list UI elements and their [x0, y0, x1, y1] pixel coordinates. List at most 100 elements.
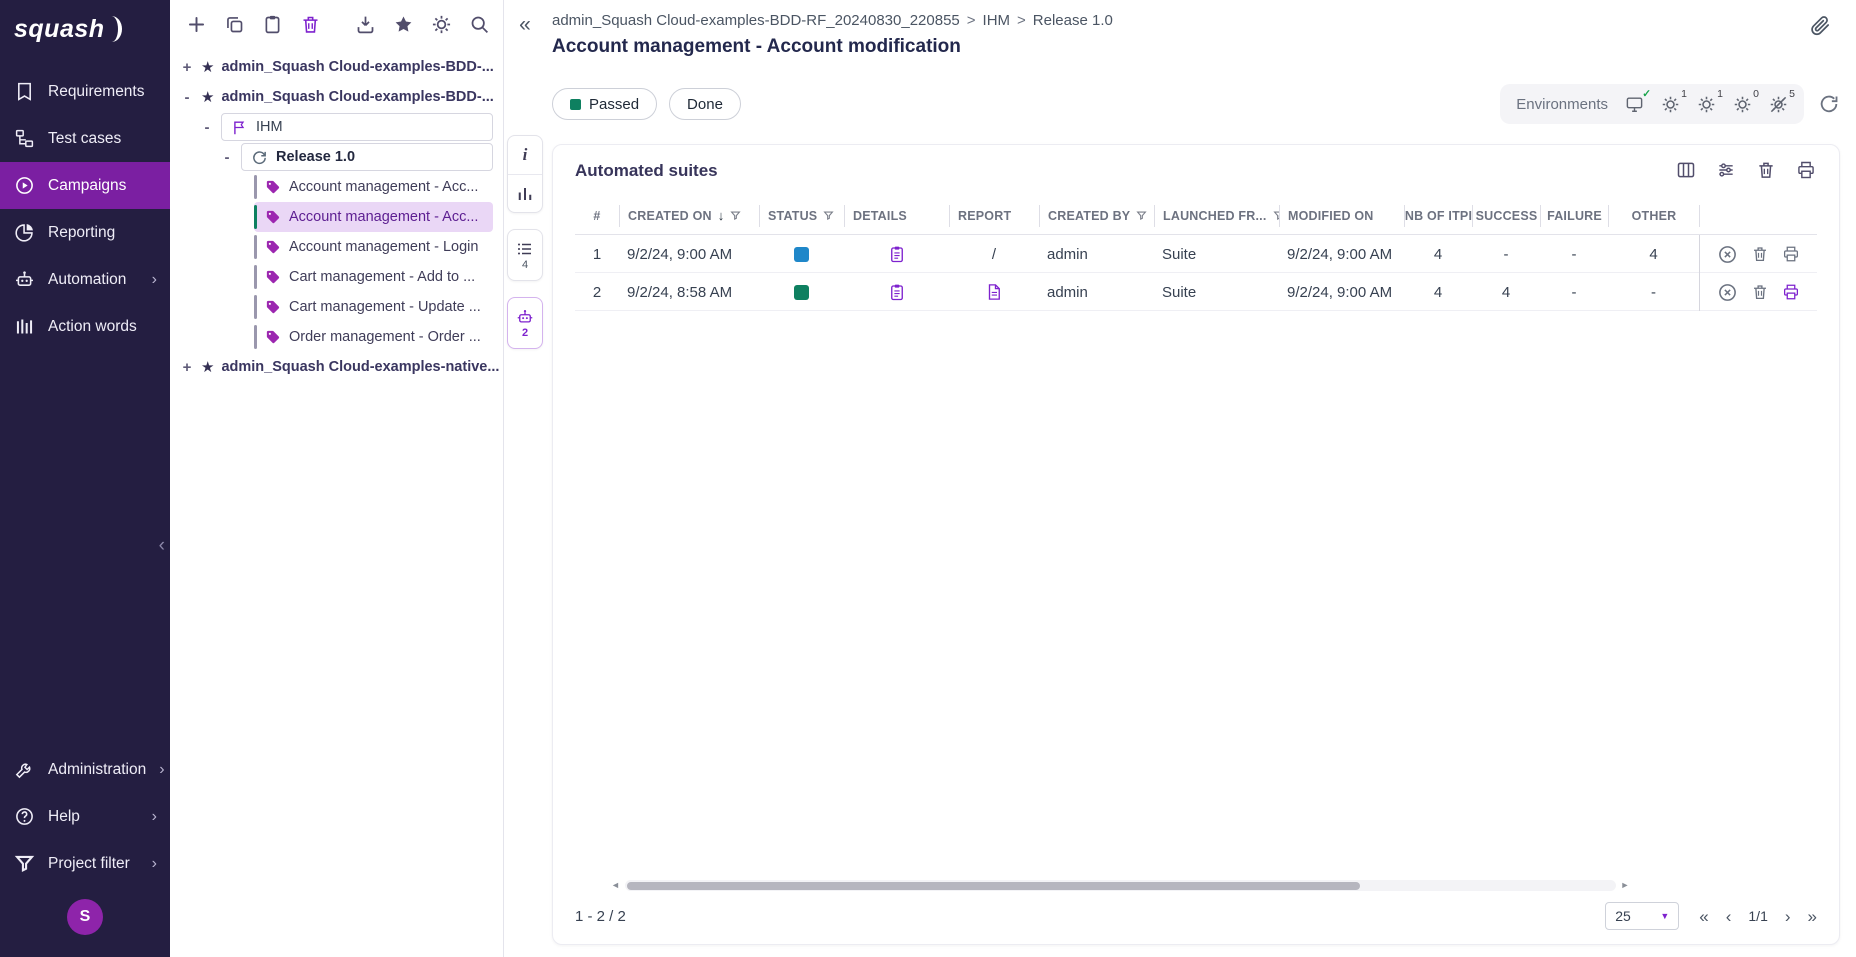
tree-project-row[interactable]: - ★ admin_Squash Cloud-examples-BDD-...: [170, 82, 503, 112]
column-header-created-by[interactable]: CREATED BY: [1039, 205, 1154, 227]
collapse-toggle[interactable]: -: [200, 119, 214, 136]
report-document-icon[interactable]: [985, 283, 1003, 301]
done-state-button[interactable]: Done: [669, 88, 741, 120]
paste-icon[interactable]: [262, 14, 283, 35]
favorite-star-icon[interactable]: ★: [201, 58, 214, 76]
scroll-right-arrow[interactable]: ►: [1621, 881, 1630, 890]
sidebar-item-project-filter[interactable]: Project filter ›: [0, 840, 170, 887]
filter-sliders-icon[interactable]: [1716, 160, 1737, 181]
scroll-left-arrow[interactable]: ◄: [611, 881, 620, 890]
sidebar-item-requirements[interactable]: Requirements: [0, 68, 170, 115]
details-cell[interactable]: [844, 235, 949, 273]
previous-page-button[interactable]: ‹: [1726, 908, 1732, 925]
last-page-button[interactable]: »: [1808, 908, 1817, 925]
print-icon[interactable]: [1796, 160, 1817, 181]
tab-information[interactable]: i: [508, 136, 542, 174]
refresh-icon[interactable]: [1818, 93, 1840, 115]
tab-automated-suites[interactable]: 2: [508, 298, 542, 348]
column-header-launched-from[interactable]: LAUNCHED FR...: [1154, 205, 1279, 227]
test-suite-item[interactable]: Account management - Acc...: [254, 172, 493, 202]
next-page-button[interactable]: ›: [1785, 908, 1791, 925]
column-header-nb-of-itpi[interactable]: NB OF ITPI: [1404, 205, 1472, 227]
details-cell[interactable]: [844, 273, 949, 311]
favorite-star-icon[interactable]: ★: [201, 358, 214, 376]
user-avatar[interactable]: S: [67, 899, 103, 935]
column-header-details[interactable]: DETAILS: [844, 205, 949, 227]
table-row[interactable]: 2 9/2/24, 8:58 AM admin Suite 9/2/24, 9:…: [575, 273, 1817, 311]
expand-toggle[interactable]: +: [180, 359, 194, 376]
delete-suite-button[interactable]: [1751, 245, 1769, 263]
sidebar-item-campaigns[interactable]: Campaigns: [0, 162, 170, 209]
page-size-select[interactable]: 25 ▼: [1605, 902, 1679, 930]
column-header-report[interactable]: REPORT: [949, 205, 1039, 227]
breadcrumb-campaign[interactable]: IHM: [983, 12, 1011, 29]
delete-suite-button[interactable]: [1751, 283, 1769, 301]
collapse-toggle[interactable]: -: [220, 149, 234, 166]
stop-suite-button[interactable]: [1717, 244, 1738, 265]
column-header-failure[interactable]: FAILURE: [1540, 205, 1608, 227]
tree-project-row[interactable]: + ★ admin_Squash Cloud-examples-BDD-...: [170, 52, 503, 82]
column-header-created-on[interactable]: CREATED ON ↓: [619, 205, 759, 227]
print-suite-button[interactable]: [1782, 245, 1800, 263]
test-suite-item-selected[interactable]: Account management - Acc...: [254, 202, 493, 232]
tree-project-row[interactable]: + ★ admin_Squash Cloud-examples-native..…: [170, 352, 503, 382]
delete-icon[interactable]: [1756, 160, 1777, 181]
sidebar-item-administration[interactable]: Administration ›: [0, 746, 170, 793]
collapse-tree-button[interactable]: «: [519, 14, 531, 35]
collapse-toggle[interactable]: -: [180, 89, 194, 106]
details-document-icon[interactable]: [888, 283, 906, 301]
breadcrumb-iteration[interactable]: Release 1.0: [1033, 12, 1113, 29]
filter-funnel-icon[interactable]: [1136, 210, 1147, 221]
add-icon[interactable]: [186, 14, 207, 35]
settings-gear-icon[interactable]: [431, 14, 452, 35]
column-header-success[interactable]: SUCCESS: [1472, 205, 1540, 227]
campaign-node-ihm[interactable]: IHM: [221, 113, 493, 141]
test-suite-item[interactable]: Cart management - Add to ...: [254, 262, 493, 292]
tab-execution-plan[interactable]: 4: [508, 230, 542, 280]
delete-icon[interactable]: [300, 14, 321, 35]
environment-gear-icon[interactable]: 0: [1733, 95, 1752, 114]
horizontal-scrollbar[interactable]: ◄ ►: [611, 880, 1629, 891]
columns-icon[interactable]: [1676, 160, 1697, 181]
favorite-star-icon[interactable]: ★: [201, 88, 214, 106]
expand-toggle[interactable]: +: [180, 59, 194, 76]
scrollbar-track[interactable]: [625, 880, 1616, 891]
details-document-icon[interactable]: [888, 245, 906, 263]
search-icon[interactable]: [469, 14, 490, 35]
squash-logo[interactable]: squash: [0, 0, 170, 58]
sidebar-item-reporting[interactable]: Reporting: [0, 209, 170, 256]
first-page-button[interactable]: «: [1699, 908, 1708, 925]
copy-icon[interactable]: [224, 14, 245, 35]
column-header-other[interactable]: OTHER: [1608, 205, 1699, 227]
environment-server-icon[interactable]: ✓: [1625, 95, 1644, 114]
filter-funnel-icon[interactable]: [823, 210, 834, 221]
tab-statistics[interactable]: [508, 174, 542, 212]
test-suite-item[interactable]: Cart management - Update ...: [254, 292, 493, 322]
environment-gear-icon[interactable]: 1: [1661, 95, 1680, 114]
test-suite-item[interactable]: Order management - Order ...: [254, 322, 493, 352]
scrollbar-thumb[interactable]: [627, 882, 1360, 890]
import-icon[interactable]: [355, 14, 376, 35]
sidebar-item-action-words[interactable]: Action words: [0, 303, 170, 350]
environment-gear-off-icon[interactable]: 5: [1769, 95, 1788, 114]
column-header-modified-on[interactable]: MODIFIED ON: [1279, 205, 1404, 227]
table-row[interactable]: 1 9/2/24, 9:00 AM / admin Suite 9/2/24, …: [575, 235, 1817, 273]
iteration-node-release[interactable]: Release 1.0: [241, 143, 493, 171]
sidebar-collapse-handle[interactable]: ‹: [159, 535, 165, 557]
column-header-status[interactable]: STATUS: [759, 205, 844, 227]
sidebar-item-help[interactable]: Help ›: [0, 793, 170, 840]
attachments-paperclip-icon[interactable]: [1809, 14, 1832, 41]
sidebar-item-test-cases[interactable]: Test cases: [0, 115, 170, 162]
stop-suite-button[interactable]: [1717, 282, 1738, 303]
environments-label[interactable]: Environments: [1516, 96, 1608, 113]
environment-gear-icon[interactable]: 1: [1697, 95, 1716, 114]
report-cell[interactable]: [949, 273, 1039, 311]
column-header-num[interactable]: #: [575, 205, 619, 227]
favorites-star-icon[interactable]: [393, 14, 414, 35]
filter-funnel-icon[interactable]: [730, 210, 741, 221]
test-suite-item[interactable]: Account management - Login: [254, 232, 493, 262]
sidebar-item-automation[interactable]: Automation ›: [0, 256, 170, 303]
execution-status-button[interactable]: Passed: [552, 88, 657, 120]
print-suite-button[interactable]: [1782, 283, 1800, 301]
breadcrumb-project[interactable]: admin_Squash Cloud-examples-BDD-RF_20240…: [552, 12, 960, 29]
